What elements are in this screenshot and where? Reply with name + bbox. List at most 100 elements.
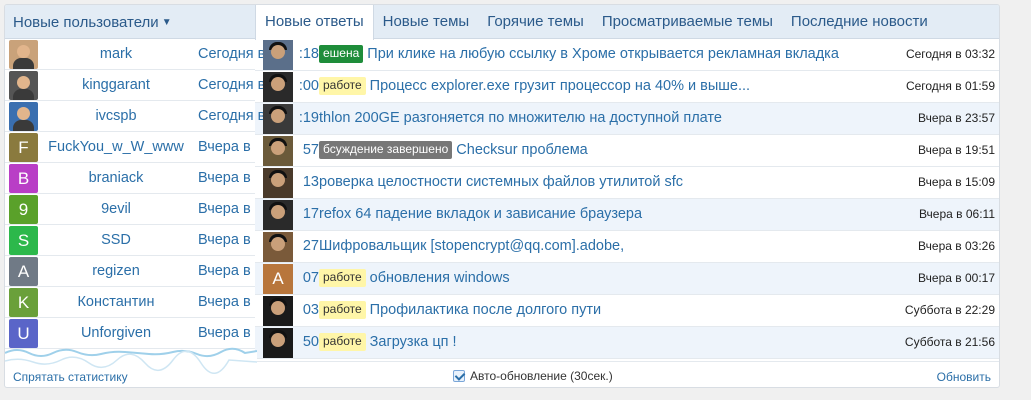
tab-0[interactable]: Новые ответы — [255, 5, 374, 40]
auto-update-label: Авто-обновление (30сек.) — [470, 369, 613, 383]
topic-row: 07 работе обновления windows A Вчера в 00:17 — [255, 263, 999, 295]
avatar-letter: 9 — [9, 195, 38, 224]
topic-cell: 57 бсуждение завершено Checksur проблема — [255, 135, 895, 166]
topic-title-link[interactable]: Профилактика после долгого пути — [370, 302, 601, 318]
new-users-dropdown[interactable]: Новые пользователи ▼ — [13, 14, 172, 31]
user-registered-time: Вчера в — [198, 201, 251, 217]
avatar[interactable] — [263, 168, 293, 198]
topic-title-link[interactable]: Загрузка цп ! — [370, 334, 457, 350]
user-registered-time: Вчера в — [198, 170, 251, 186]
user-registered-time: Вчера в — [198, 294, 251, 310]
avatar-letter: A — [9, 257, 38, 286]
user-row: U Unforgiven Вчера в — [5, 318, 255, 349]
topic-title-link[interactable]: роверка целостности системных файлов ути… — [319, 174, 683, 190]
avatar[interactable] — [263, 136, 293, 166]
user-row: Aregizen Вчера в — [5, 256, 255, 287]
avatar[interactable]: 9 — [9, 195, 38, 224]
user-row: mark Сегодня в — [5, 39, 265, 70]
user-registered-time: Вчера в — [198, 139, 251, 155]
statistics-panel: Новые пользователи ▼ Новые ответы Новые те… — [4, 4, 1000, 388]
user-name-link[interactable]: 9evil — [41, 194, 191, 224]
avatar[interactable] — [263, 40, 293, 70]
auto-update-toggle[interactable]: Авто-обновление (30сек.) — [453, 369, 613, 383]
tab-1[interactable]: Новые темы — [374, 5, 479, 39]
avatar[interactable] — [263, 328, 293, 358]
avatar[interactable] — [9, 102, 38, 131]
topic-row: 03 работе Профилактика после долгого пути С… — [255, 295, 999, 327]
tab-4[interactable]: Последние новости — [782, 5, 937, 39]
topic-row: :18 ешена При клике на любую ссылку в Хром… — [255, 39, 999, 71]
avatar[interactable] — [263, 296, 293, 326]
user-registered-time: Сегодня в — [198, 46, 266, 62]
user-name-link[interactable]: ivcspb — [41, 101, 191, 131]
user-name-link[interactable]: regizen — [41, 256, 191, 286]
new-users-label: Новые пользователи — [13, 14, 159, 31]
topic-time: Вчера в 06:11 — [918, 207, 995, 221]
avatar[interactable]: A — [9, 257, 38, 286]
tabs: Новые ответы Новые темы Горячие темы Просма… — [255, 5, 937, 40]
avatar[interactable] — [9, 71, 38, 100]
topic-row: 17refox 64 падение вкладок и зависание б… — [255, 199, 999, 231]
user-name-link[interactable]: Константин — [41, 287, 191, 317]
avatar[interactable]: U — [9, 319, 38, 348]
refresh-link[interactable]: Обновить — [937, 370, 991, 384]
user-row: F FuckYou_w_W_www Вчера в — [5, 132, 255, 163]
topic-time: Вчера в 00:17 — [918, 271, 995, 285]
avatar[interactable] — [263, 200, 293, 230]
user-name-link[interactable]: FuckYou_w_W_www — [41, 132, 191, 162]
topic-prefix-badge: ешена — [319, 45, 364, 63]
topic-cell: :19thlon 200GE разгоняется по множителю … — [255, 103, 895, 134]
topic-title-link[interactable]: При клике на любую ссылку в Хроме открыв… — [367, 46, 839, 62]
user-name-link[interactable]: mark — [41, 39, 191, 69]
avatar[interactable]: A — [263, 264, 293, 294]
avatar[interactable]: F — [9, 133, 38, 162]
user-registered-time: Сегодня в — [198, 108, 266, 124]
tab-bar: Новые пользователи ▼ Новые ответы Новые те… — [5, 5, 999, 40]
checkbox-checked-icon[interactable] — [453, 370, 465, 382]
tab-3[interactable]: Просматриваемые темы — [593, 5, 782, 39]
user-row: K Константин Вчера в — [5, 287, 255, 318]
avatar[interactable]: S — [9, 226, 38, 255]
topic-title-link[interactable]: Процесс explorer.exe грузит процессор на… — [370, 78, 750, 94]
avatar[interactable] — [263, 104, 293, 134]
topic-cell: :18 ешена При клике на любую ссылку в Хром… — [255, 39, 895, 70]
topic-time: Вчера в 19:51 — [918, 143, 995, 157]
avatar-letter: S — [9, 226, 38, 255]
user-row: S SSD Вчера в — [5, 225, 255, 256]
avatar[interactable]: B — [9, 164, 38, 193]
topic-prefix-badge: работе — [319, 333, 366, 351]
topic-cell: 03 работе Профилактика после долгого пути — [255, 295, 895, 326]
topic-row: :19thlon 200GE разгоняется по множителю … — [255, 103, 999, 135]
user-row: ivcspb Сегодня в — [5, 101, 265, 132]
user-name-link[interactable]: kinggarant — [41, 70, 191, 100]
topic-prefix-badge: бсуждение завершено — [319, 141, 453, 159]
topic-cell: 07 работе обновления windows — [255, 263, 895, 294]
topic-time: Суббота в 21:56 — [904, 335, 995, 349]
avatar[interactable] — [263, 72, 293, 102]
avatar-letter: A — [263, 264, 293, 294]
topic-cell: 13роверка целостности системных файлов у… — [255, 167, 895, 198]
tab-2[interactable]: Горячие темы — [478, 5, 593, 39]
chevron-down-icon: ▼ — [161, 17, 172, 28]
topic-cell: :00 работе Процесс explorer.exe грузит про… — [255, 71, 895, 102]
user-row: Bbraniack Вчера в — [5, 163, 255, 194]
user-registered-time: Вчера в — [198, 325, 251, 341]
avatar[interactable] — [263, 232, 293, 262]
user-name-link[interactable]: Unforgiven — [41, 318, 191, 348]
user-name-link[interactable]: braniack — [41, 163, 191, 193]
avatar[interactable] — [9, 40, 38, 69]
user-registered-time: Сегодня в — [198, 77, 266, 93]
hide-statistics-link[interactable]: Спрятать статистику — [13, 370, 128, 384]
topic-title-link[interactable]: обновления windows — [370, 270, 510, 286]
avatar[interactable]: K — [9, 288, 38, 317]
topic-title-link[interactable]: refox 64 падение вкладок и зависание бра… — [319, 206, 642, 222]
topic-row: 50 работе Загрузка цп ! Суббота в 21:56 — [255, 327, 999, 359]
topic-row: 27Шифровальщик [stopencrypt@qq.com].adob… — [255, 231, 999, 263]
topic-title-link[interactable]: thlon 200GE разгоняется по множителю на … — [319, 110, 722, 126]
topic-title-link[interactable]: Checksur проблема — [456, 142, 587, 158]
topic-title-link[interactable]: Шифровальщик [stopencrypt@qq.com].adobe, — [319, 238, 624, 254]
topic-row: 57 бсуждение завершено Checksur проблема Вч… — [255, 135, 999, 167]
user-row: 9 9evil Вчера в — [5, 194, 255, 225]
user-name-link[interactable]: SSD — [41, 225, 191, 255]
user-row: kinggarant Сегодня в — [5, 70, 265, 101]
